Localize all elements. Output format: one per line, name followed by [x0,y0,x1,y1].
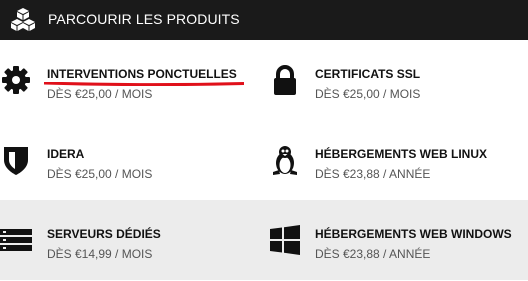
product-hebergements-web-linux[interactable]: HÉBERGEMENTS WEB LINUX DÈS €23,88 / ANNÉ… [264,120,528,200]
product-row: INTERVENTIONS PONCTUELLES DÈS €25,00 / M… [0,40,528,120]
product-price: DÈS €25,00 / MOIS [47,87,153,101]
product-name: HÉBERGEMENTS WEB LINUX [315,147,488,161]
product-price: DÈS €14,99 / MOIS [47,247,153,261]
product-price: DÈS €23,88 / ANNÉE [315,167,431,181]
product-name: CERTIFICATS SSL [315,67,421,81]
product-grid: INTERVENTIONS PONCTUELLES DÈS €25,00 / M… [0,40,528,281]
shield-icon [4,147,28,175]
product-row: SERVEURS DÉDIÉS DÈS €14,99 / MOIS HÉBERG… [0,200,528,280]
windows-icon [270,225,300,255]
gear-icon [2,66,30,94]
lock-icon [274,65,296,95]
product-interventions-ponctuelles[interactable]: INTERVENTIONS PONCTUELLES DÈS €25,00 / M… [0,40,264,120]
red-underline-annotation [44,82,244,86]
product-idera[interactable]: IDERA DÈS €25,00 / MOIS [0,120,264,200]
product-name: INTERVENTIONS PONCTUELLES [47,67,237,81]
product-price: DÈS €25,00 / MOIS [315,87,421,101]
boxes-icon [11,8,35,31]
product-certificats-ssl[interactable]: CERTIFICATS SSL DÈS €25,00 / MOIS [264,40,528,120]
product-price: DÈS €25,00 / MOIS [47,167,153,181]
product-name: HÉBERGEMENTS WEB WINDOWS [315,227,512,241]
product-row: IDERA DÈS €25,00 / MOIS HÉBERGEMENTS WEB… [0,120,528,200]
server-rack-icon [0,229,32,251]
product-hebergements-web-windows[interactable]: HÉBERGEMENTS WEB WINDOWS DÈS €23,88 / AN… [264,200,528,280]
product-name: SERVEURS DÉDIÉS [47,227,161,241]
product-name: IDERA [47,147,85,161]
linux-penguin-icon [273,146,297,175]
product-serveurs-dedies[interactable]: SERVEURS DÉDIÉS DÈS €14,99 / MOIS [0,200,264,280]
products-header: PARCOURIR LES PRODUITS [0,0,528,40]
product-price: DÈS €23,88 / ANNÉE [315,247,431,261]
page-title: PARCOURIR LES PRODUITS [48,11,240,27]
